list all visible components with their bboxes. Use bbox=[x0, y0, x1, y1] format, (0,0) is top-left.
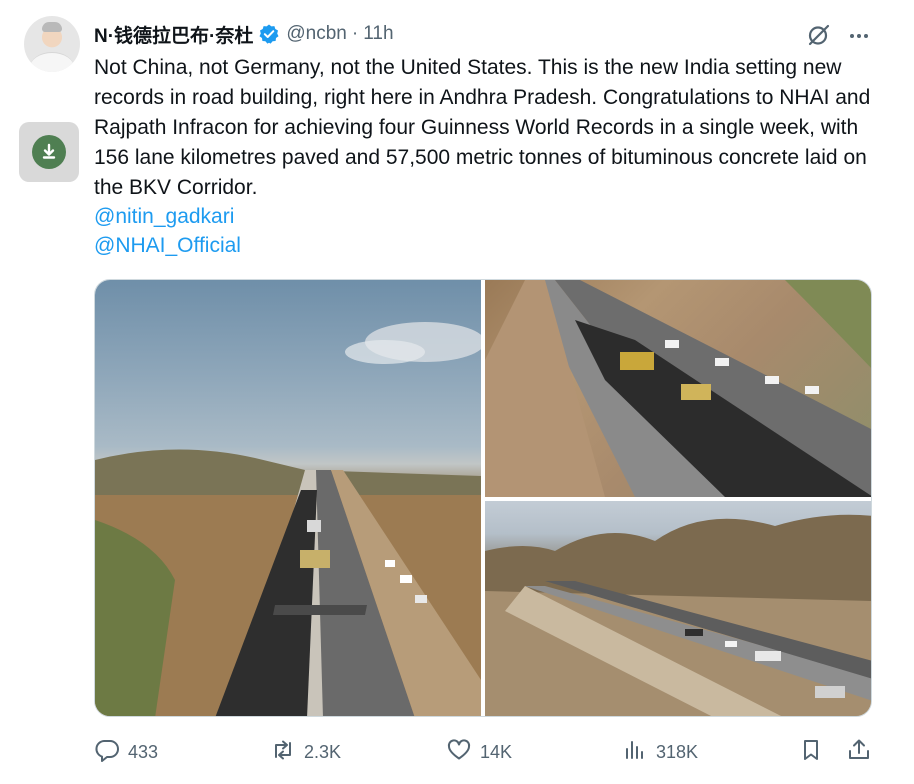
tweet-header: N·钱德拉巴布·奈杜 @ncbn · 11h bbox=[94, 20, 394, 48]
mention-link[interactable]: @NHAI_Official bbox=[94, 231, 241, 261]
grok-icon[interactable] bbox=[806, 22, 832, 48]
photo-road-paving-aerial[interactable] bbox=[95, 280, 481, 716]
photo-paver-convoy[interactable] bbox=[485, 280, 871, 497]
views-count: 318K bbox=[656, 741, 699, 762]
download-extension-button[interactable] bbox=[19, 122, 79, 182]
photo-corridor-hills[interactable] bbox=[485, 501, 871, 716]
media-grid bbox=[94, 279, 872, 717]
share-button[interactable] bbox=[846, 734, 872, 770]
author-avatar[interactable] bbox=[24, 16, 80, 72]
more-dot bbox=[864, 34, 868, 38]
mention-link[interactable]: @nitin_gadkari bbox=[94, 202, 234, 232]
more-dot bbox=[850, 34, 854, 38]
repost-icon bbox=[270, 737, 296, 768]
separator-dot: · bbox=[351, 23, 359, 44]
views-button[interactable]: 318K bbox=[622, 734, 698, 770]
repost-count: 2.3K bbox=[304, 741, 342, 762]
like-button[interactable]: 14K bbox=[446, 734, 512, 770]
heart-icon bbox=[446, 737, 472, 768]
tweet-timestamp[interactable]: 11h bbox=[363, 23, 393, 45]
repost-button[interactable]: 2.3K bbox=[270, 734, 341, 770]
bookmark-button[interactable] bbox=[798, 734, 824, 770]
download-icon bbox=[32, 135, 66, 169]
tweet-text: Not China, not Germany, not the United S… bbox=[94, 56, 871, 199]
views-icon bbox=[622, 737, 648, 768]
more-icon[interactable] bbox=[846, 23, 872, 49]
reply-icon bbox=[94, 737, 120, 768]
share-icon bbox=[846, 737, 872, 768]
tweet-actions: 433 2.3K 14K 318K bbox=[94, 734, 880, 770]
like-count: 14K bbox=[480, 741, 513, 762]
verified-badge-icon[interactable] bbox=[258, 23, 280, 45]
reply-count: 433 bbox=[128, 741, 159, 762]
reply-button[interactable]: 433 bbox=[94, 734, 158, 770]
author-handle[interactable]: @ncbn bbox=[286, 23, 347, 45]
more-dot bbox=[857, 34, 861, 38]
author-name[interactable]: N·钱德拉巴布·奈杜 bbox=[94, 21, 253, 48]
bookmark-icon bbox=[798, 737, 824, 768]
